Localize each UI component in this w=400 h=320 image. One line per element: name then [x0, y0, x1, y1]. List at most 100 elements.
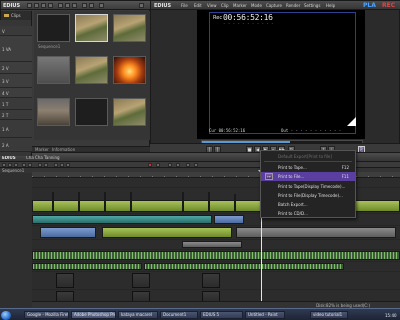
menu-marker[interactable]: Marker: [233, 3, 247, 8]
clip-thumbnail[interactable]: Sequence1: [37, 14, 70, 49]
clip-thumbnail[interactable]: [37, 98, 70, 126]
timeline-clip[interactable]: [32, 215, 212, 224]
timeline-clip[interactable]: [78, 192, 80, 212]
clip-thumbnail[interactable]: [75, 98, 108, 126]
taskbar-button[interactable]: Google - Mozilla Firef...: [24, 311, 69, 319]
track-header[interactable]: 1 A: [0, 120, 32, 138]
view-icon[interactable]: [82, 3, 87, 8]
timeline-clip[interactable]: [182, 241, 242, 248]
track-lane[interactable]: [32, 262, 400, 272]
track-header[interactable]: 1 T: [0, 98, 32, 110]
menu-item[interactable]: ↦ Print to File... F11: [261, 172, 355, 181]
clip-thumbnail[interactable]: [75, 14, 108, 42]
menu-item[interactable]: Print to Tape(Display Timecode)...: [261, 182, 355, 191]
track-header[interactable]: 2 V: [0, 62, 32, 74]
taskbar-button[interactable]: kataya macarel: [118, 311, 158, 319]
track-header[interactable]: 1 VA: [0, 36, 32, 62]
timeline-clip[interactable]: [236, 227, 396, 238]
menu-mode[interactable]: Mode: [251, 3, 262, 8]
folder-icon[interactable]: [27, 3, 32, 8]
timeline-clip[interactable]: [130, 192, 132, 212]
timeline-clip[interactable]: [144, 263, 344, 270]
track-lane[interactable]: [32, 250, 400, 262]
menu-capture[interactable]: Capture: [266, 3, 282, 8]
search-icon[interactable]: [34, 3, 39, 8]
timeline-clip[interactable]: [208, 192, 210, 212]
timeline-clip[interactable]: [56, 273, 74, 288]
track-header[interactable]: 2 A: [0, 138, 32, 152]
snap-icon[interactable]: [168, 163, 172, 167]
menu-file[interactable]: File: [181, 3, 188, 8]
taskbar-button[interactable]: EDIUS 5: [200, 311, 243, 319]
timeline-clip[interactable]: [32, 251, 400, 260]
timeline-clip[interactable]: [214, 215, 244, 224]
clip-thumbnail[interactable]: [113, 56, 146, 84]
clip-thumbnail-grid[interactable]: Sequence1: [34, 11, 150, 140]
tab-sequence[interactable]: Sequence1: [2, 168, 24, 173]
taskbar-button[interactable]: Adobe Photoshop Pro: [71, 311, 116, 319]
copy-icon[interactable]: [60, 163, 64, 167]
track-lane[interactable]: [32, 272, 400, 290]
cut-icon[interactable]: [58, 3, 63, 8]
open-icon[interactable]: [8, 163, 12, 167]
menu-item[interactable]: Print to CD/D...: [261, 209, 355, 218]
clip-thumbnail[interactable]: [37, 56, 70, 84]
timeline-clip[interactable]: [40, 227, 96, 238]
paste-icon[interactable]: [66, 163, 70, 167]
delete-icon[interactable]: [148, 163, 152, 167]
menu-help[interactable]: Help: [326, 3, 335, 8]
menu-clip[interactable]: Clip: [221, 3, 229, 8]
menu-edit[interactable]: Edit: [194, 3, 202, 8]
clip-thumbnail[interactable]: [113, 98, 146, 126]
properties-icon[interactable]: [89, 3, 94, 8]
menu-settings[interactable]: Settings: [304, 3, 320, 8]
recorder-mode-label[interactable]: REC: [382, 2, 395, 9]
timeline-clip[interactable]: [56, 291, 74, 301]
track-lane[interactable]: [32, 226, 400, 240]
menu-view[interactable]: View: [207, 3, 217, 8]
copy-icon[interactable]: [65, 3, 70, 8]
ripple-icon[interactable]: [156, 163, 160, 167]
zoom-icon[interactable]: [194, 163, 198, 167]
track-header[interactable]: V: [0, 26, 32, 36]
redo-icon[interactable]: [28, 163, 32, 167]
start-button[interactable]: [1, 311, 11, 320]
track-header[interactable]: 4 V: [0, 88, 32, 98]
mode-icon[interactable]: [38, 163, 42, 167]
clip-thumbnail[interactable]: [113, 14, 146, 42]
timeline-clip[interactable]: [202, 273, 220, 288]
delete-icon[interactable]: [99, 3, 104, 8]
folder-root-label[interactable]: Clips: [11, 13, 21, 18]
timeline-clip[interactable]: [104, 192, 106, 212]
paste-icon[interactable]: [72, 3, 77, 8]
menu-item[interactable]: Batch Export...: [261, 200, 355, 209]
track-lane[interactable]: [32, 290, 400, 301]
menu-render[interactable]: Render: [286, 3, 300, 8]
up-folder-icon[interactable]: [41, 3, 46, 8]
menu-item[interactable]: Print to Tape... F12: [261, 163, 355, 172]
player-mode-label[interactable]: PLA: [363, 2, 376, 9]
timeline-clip[interactable]: [132, 291, 150, 301]
sync-icon[interactable]: [44, 163, 48, 167]
taskbar-button[interactable]: Document1: [160, 311, 198, 319]
new-sequence-icon[interactable]: [2, 163, 6, 167]
timeline-clip[interactable]: [102, 227, 232, 238]
new-bin-icon[interactable]: [48, 3, 53, 8]
undo-icon[interactable]: [22, 163, 26, 167]
timeline-clip[interactable]: [202, 291, 220, 301]
timeline-clip[interactable]: [234, 194, 236, 212]
track-header[interactable]: 2 T: [0, 110, 32, 120]
clip-thumbnail[interactable]: [75, 56, 108, 84]
timeline-clip[interactable]: [32, 263, 142, 270]
track-header[interactable]: 3 V: [0, 74, 32, 88]
timeline-clip[interactable]: [182, 192, 184, 212]
marker-icon[interactable]: [176, 163, 180, 167]
track-lane[interactable]: [32, 240, 400, 250]
timeline-clip[interactable]: [52, 192, 54, 212]
close-icon[interactable]: [139, 3, 144, 8]
taskbar-button[interactable]: video tutorial1: [310, 311, 348, 319]
menu-item[interactable]: Print to File(Display Timecode)...: [261, 191, 355, 200]
cut-icon[interactable]: [54, 163, 58, 167]
taskbar-button[interactable]: Untitled - Paint: [245, 311, 285, 319]
render-icon[interactable]: [186, 163, 190, 167]
